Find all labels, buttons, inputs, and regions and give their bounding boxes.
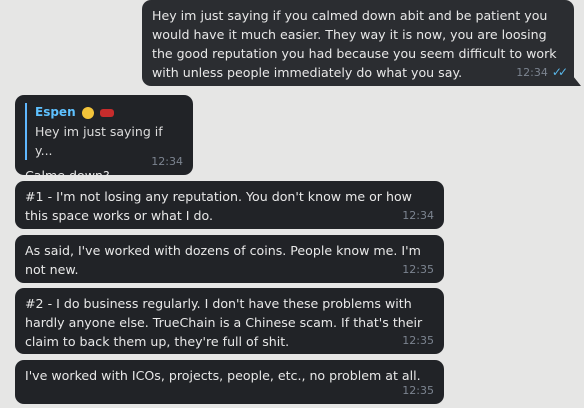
message-outgoing[interactable]: Hey im just saying if you calmed down ab… [142,0,581,86]
moon-emoji-icon [81,106,94,119]
double-check-icon: ✓✓ [551,65,568,79]
message-text: #2 - I do business regularly. I don't ha… [25,296,423,349]
message-time: 12:35 [402,384,434,397]
message-text: #1 - I'm not losing any reputation. You … [25,189,412,223]
message-text: I've worked with ICOs, projects, people,… [25,368,421,383]
bubble-tail [573,76,581,86]
message-incoming[interactable]: #1 - I'm not losing any reputation. You … [15,181,444,229]
message-meta: 12:34 [402,206,434,225]
message-text: As said, I've worked with dozens of coin… [25,243,421,277]
chat-area: Hey im just saying if you calmed down ab… [0,0,584,408]
message-time: 12:34 [402,209,434,222]
reply-author: Espen [35,103,183,122]
message-meta: 12:35 [402,331,434,350]
message-meta: 12:34 [151,152,183,171]
message-incoming[interactable]: #2 - I do business regularly. I don't ha… [15,288,444,354]
message-meta: 12:35 [402,260,434,279]
message-time: 12:35 [402,263,434,276]
message-incoming[interactable]: I've worked with ICOs, projects, people,… [15,360,444,404]
message-incoming-reply[interactable]: Espen Hey im just saying if y... Calme d… [15,95,193,183]
message-meta: 12:35 [402,381,434,400]
race-car-emoji-icon [99,108,114,117]
message-time: 12:34 [516,66,548,79]
message-meta: 12:34 ✓✓ [516,63,568,82]
message-time: 12:35 [402,334,434,347]
message-time: 12:34 [151,155,183,168]
reply-author-name: Espen [35,105,76,119]
message-text: Hey im just saying if you calmed down ab… [152,8,557,80]
message-incoming[interactable]: As said, I've worked with dozens of coin… [15,235,444,283]
